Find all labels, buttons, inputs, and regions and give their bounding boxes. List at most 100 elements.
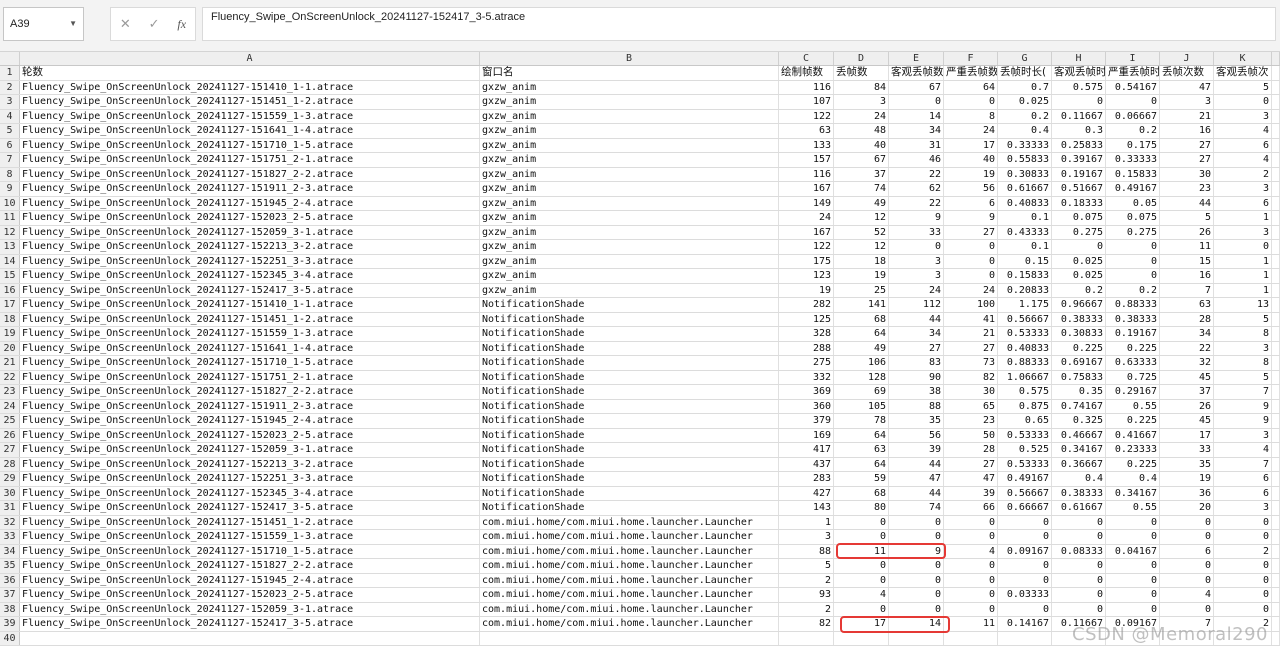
cell-b[interactable]: gxzw_anim — [480, 283, 779, 297]
cell-d[interactable]: 64 — [834, 428, 889, 442]
cell-b[interactable]: NotificationShade — [480, 341, 779, 355]
cell-g[interactable]: 0.55833 — [998, 153, 1052, 167]
cell-j[interactable]: 45 — [1160, 414, 1214, 428]
cell-c[interactable]: 283 — [779, 472, 834, 486]
cell-a[interactable]: Fluency_Swipe_OnScreenUnlock_20241127-15… — [20, 501, 480, 515]
cell-i[interactable]: 0 — [1106, 95, 1160, 109]
cell-g[interactable]: 0.1 — [998, 211, 1052, 225]
cell-i[interactable]: 0.225 — [1106, 414, 1160, 428]
cell-g[interactable]: 0.56667 — [998, 486, 1052, 500]
cell-i[interactable]: 0.88333 — [1106, 298, 1160, 312]
formula-input[interactable]: Fluency_Swipe_OnScreenUnlock_20241127-15… — [202, 7, 1276, 41]
column-header-f[interactable]: F — [944, 52, 998, 65]
cell-f[interactable]: 0 — [944, 515, 998, 529]
cell-i[interactable]: 0.19167 — [1106, 327, 1160, 341]
cell-c[interactable]: 437 — [779, 457, 834, 471]
cell-l[interactable] — [1272, 370, 1280, 384]
cell-e[interactable]: 0 — [889, 95, 944, 109]
cell-b[interactable]: NotificationShade — [480, 501, 779, 515]
cell-k[interactable]: 3 — [1214, 225, 1272, 239]
cell-d[interactable]: 48 — [834, 124, 889, 138]
cell-a[interactable] — [20, 631, 480, 645]
cell-c[interactable]: 175 — [779, 254, 834, 268]
cell-g[interactable]: 0.875 — [998, 399, 1052, 413]
row-header[interactable]: 14 — [0, 254, 20, 268]
cell-d[interactable]: 80 — [834, 501, 889, 515]
cell-h[interactable]: 0.11667 — [1052, 617, 1106, 631]
cell-j[interactable]: 19 — [1160, 472, 1214, 486]
cell-l[interactable] — [1272, 283, 1280, 297]
cell-g[interactable] — [998, 631, 1052, 645]
cell-i[interactable]: 0.55 — [1106, 501, 1160, 515]
cell-j[interactable]: 23 — [1160, 182, 1214, 196]
cell-k[interactable]: 6 — [1214, 196, 1272, 210]
cell-i[interactable]: 0 — [1106, 588, 1160, 602]
cell-g[interactable]: 0.03333 — [998, 588, 1052, 602]
row-header[interactable]: 7 — [0, 153, 20, 167]
cell-f[interactable]: 8 — [944, 109, 998, 123]
cell-b[interactable]: NotificationShade — [480, 414, 779, 428]
cell-b[interactable]: NotificationShade — [480, 356, 779, 370]
row-header[interactable]: 38 — [0, 602, 20, 616]
cell-h[interactable]: 0.69167 — [1052, 356, 1106, 370]
cell-h[interactable]: 0.275 — [1052, 225, 1106, 239]
cell-k[interactable]: 3 — [1214, 182, 1272, 196]
cell-l[interactable] — [1272, 254, 1280, 268]
cell-b[interactable]: gxzw_anim — [480, 80, 779, 94]
cell-j[interactable]: 0 — [1160, 559, 1214, 573]
cell-c[interactable]: 123 — [779, 269, 834, 283]
cell-f[interactable]: 30 — [944, 385, 998, 399]
cell-g[interactable]: 0.43333 — [998, 225, 1052, 239]
cell-j[interactable]: 45 — [1160, 370, 1214, 384]
cell-d[interactable] — [834, 631, 889, 645]
cell-c[interactable]: 107 — [779, 95, 834, 109]
cell-l[interactable] — [1272, 530, 1280, 544]
cell-f[interactable]: 23 — [944, 414, 998, 428]
cell-b[interactable]: NotificationShade — [480, 399, 779, 413]
cell-b[interactable]: gxzw_anim — [480, 167, 779, 181]
cell-g[interactable]: 丢帧时长( — [998, 66, 1052, 80]
row-header[interactable]: 10 — [0, 196, 20, 210]
cell-b[interactable]: com.miui.home/com.miui.home.launcher.Lau… — [480, 544, 779, 558]
cell-c[interactable]: 169 — [779, 428, 834, 442]
cell-g[interactable]: 0.575 — [998, 385, 1052, 399]
cell-i[interactable]: 0.2 — [1106, 283, 1160, 297]
cell-i[interactable]: 0.275 — [1106, 225, 1160, 239]
cell-k[interactable]: 0 — [1214, 240, 1272, 254]
cell-l[interactable] — [1272, 211, 1280, 225]
row-header[interactable]: 8 — [0, 167, 20, 181]
cell-f[interactable]: 24 — [944, 124, 998, 138]
cell-d[interactable]: 68 — [834, 312, 889, 326]
cell-e[interactable]: 0 — [889, 240, 944, 254]
cell-g[interactable]: 1.06667 — [998, 370, 1052, 384]
cell-d[interactable]: 24 — [834, 109, 889, 123]
cell-f[interactable]: 0 — [944, 602, 998, 616]
cell-i[interactable]: 0.09167 — [1106, 617, 1160, 631]
cell-a[interactable]: Fluency_Swipe_OnScreenUnlock_20241127-15… — [20, 428, 480, 442]
cell-k[interactable]: 6 — [1214, 138, 1272, 152]
row-header[interactable]: 12 — [0, 225, 20, 239]
cell-k[interactable]: 9 — [1214, 399, 1272, 413]
cell-b[interactable]: NotificationShade — [480, 457, 779, 471]
cell-h[interactable]: 0.38333 — [1052, 486, 1106, 500]
row-header[interactable]: 34 — [0, 544, 20, 558]
cell-i[interactable]: 0 — [1106, 559, 1160, 573]
cell-l[interactable] — [1272, 269, 1280, 283]
row-header[interactable]: 15 — [0, 269, 20, 283]
cell-b[interactable] — [480, 631, 779, 645]
cell-d[interactable]: 78 — [834, 414, 889, 428]
cell-g[interactable]: 0.2 — [998, 109, 1052, 123]
cell-h[interactable]: 0.39167 — [1052, 153, 1106, 167]
cell-i[interactable]: 0.05 — [1106, 196, 1160, 210]
cell-g[interactable]: 0 — [998, 515, 1052, 529]
cell-h[interactable]: 0 — [1052, 95, 1106, 109]
cell-e[interactable]: 0 — [889, 515, 944, 529]
row-header[interactable]: 5 — [0, 124, 20, 138]
cell-c[interactable]: 1 — [779, 515, 834, 529]
cell-i[interactable]: 0 — [1106, 573, 1160, 587]
cell-b[interactable]: gxzw_anim — [480, 254, 779, 268]
cell-c[interactable]: 417 — [779, 443, 834, 457]
row-header[interactable]: 36 — [0, 573, 20, 587]
cell-d[interactable]: 19 — [834, 269, 889, 283]
cell-f[interactable]: 17 — [944, 138, 998, 152]
